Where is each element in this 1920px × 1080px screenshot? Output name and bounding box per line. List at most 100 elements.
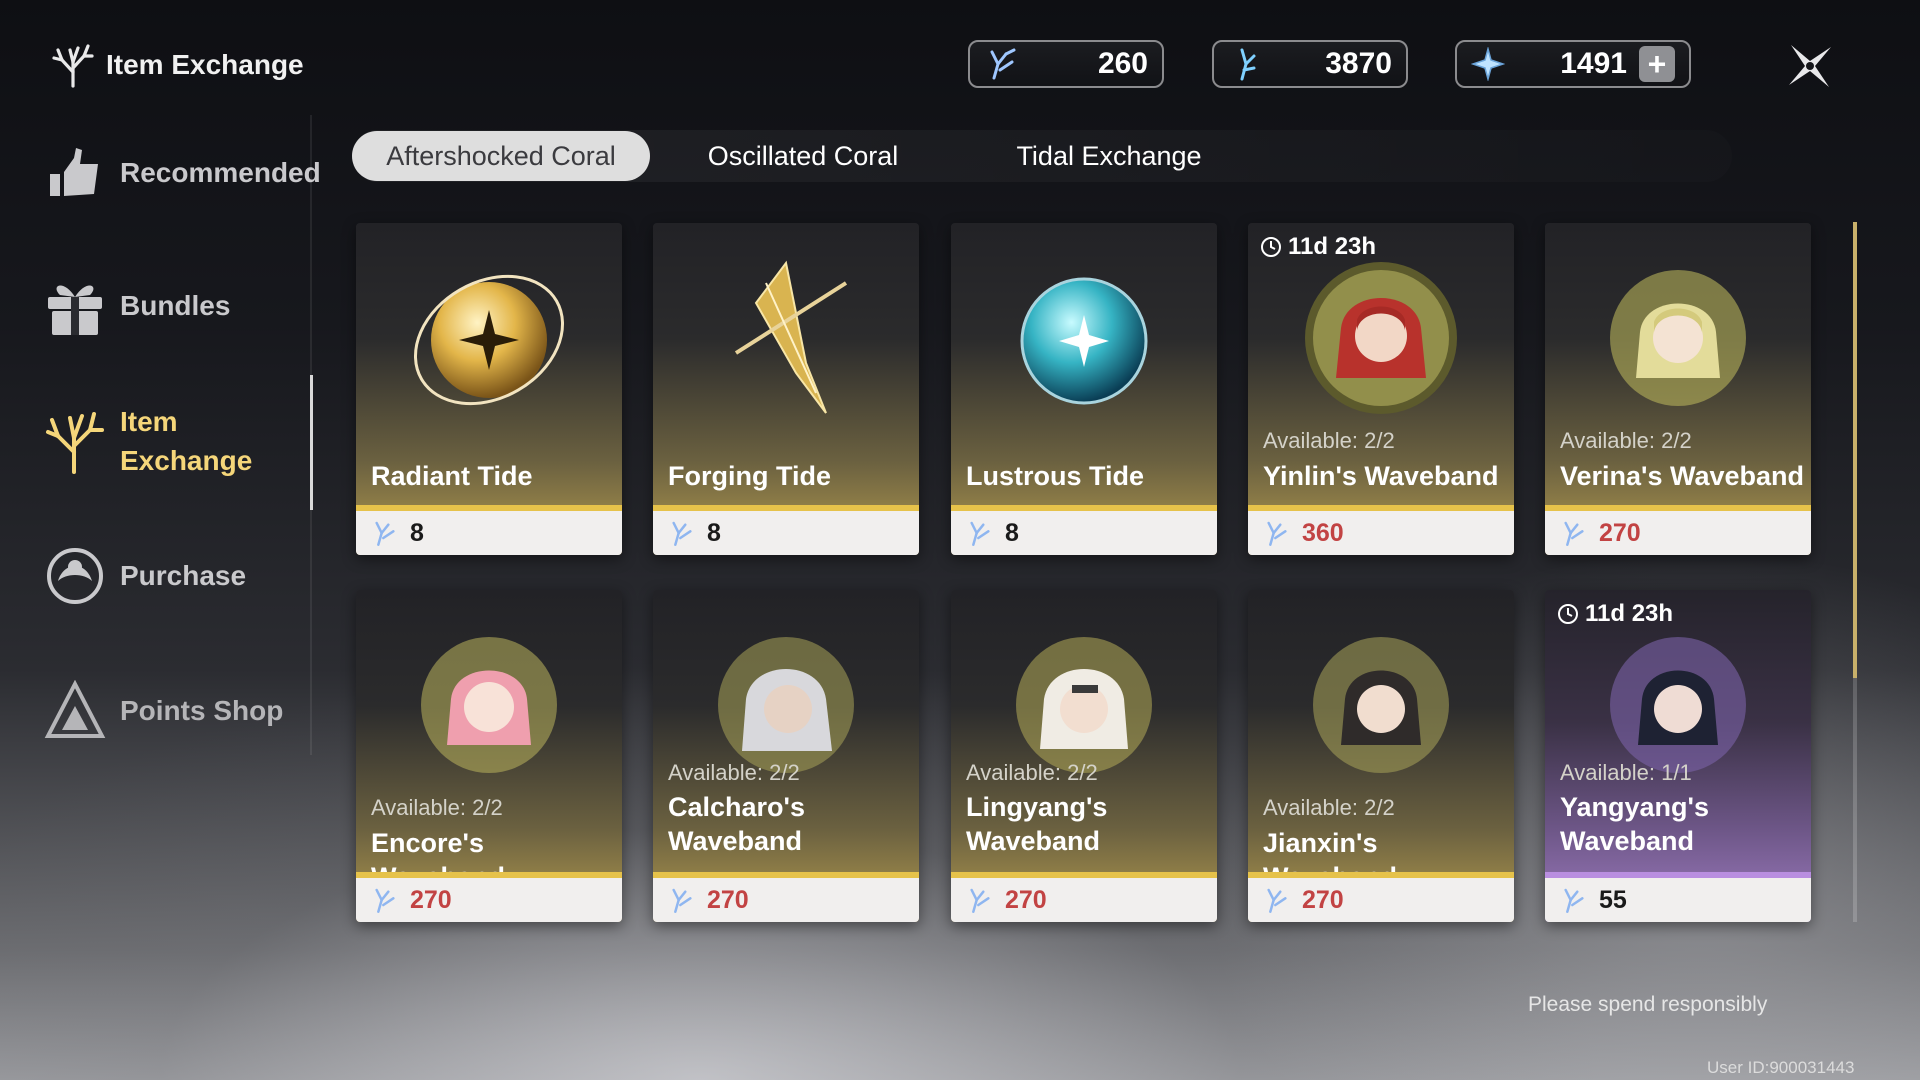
tab-oscillated-coral[interactable]: Oscillated Coral <box>650 131 956 181</box>
item-availability: Available: 2/2 <box>966 760 1098 785</box>
aftershocked-coral-icon <box>1564 888 1584 913</box>
shop-item-encore-waveband[interactable]: Available: 2/2 Encore's Waveband 270 <box>356 590 622 922</box>
timer-text: 11d 23h <box>1585 600 1674 627</box>
astrite-icon <box>1471 47 1505 81</box>
item-timer: 11d 23h <box>1557 600 1673 628</box>
aftershocked-coral-icon <box>672 888 692 913</box>
shop-item-yangyang-waveband[interactable]: 11d 23h Available: 1/1 Yangyang's Waveba… <box>1545 590 1811 922</box>
close-button[interactable] <box>1782 38 1838 94</box>
triangle-icon <box>44 680 106 738</box>
aftershocked-coral-icon <box>1267 521 1287 546</box>
sidebar-item-recommended[interactable]: Recommended <box>44 144 321 202</box>
price-bar: 270 <box>653 872 919 922</box>
shop-item-forging-tide[interactable]: Forging Tide 8 <box>653 223 919 555</box>
aftershocked-coral-icon <box>990 48 1016 80</box>
sidebar-label-points-shop: Points Shop <box>120 695 284 726</box>
item-availability: Available: 2/2 <box>1263 428 1395 453</box>
aftershocked-coral-counter[interactable]: 260 <box>968 40 1164 88</box>
item-price: 270 <box>410 885 452 914</box>
aftershocked-coral-icon <box>970 888 990 913</box>
shop-item-lustrous-tide[interactable]: Lustrous Tide 8 <box>951 223 1217 555</box>
portrait-icon <box>421 637 557 773</box>
clock-icon <box>1261 237 1281 257</box>
sidebar-label-recommended: Recommended <box>120 157 321 188</box>
item-price: 8 <box>1005 518 1019 547</box>
price-bar: 8 <box>356 505 622 555</box>
app-title: Item Exchange <box>50 42 304 88</box>
oscillated-coral-counter[interactable]: 3870 <box>1212 40 1408 88</box>
aftershocked-coral-value: 260 <box>1097 47 1148 80</box>
item-timer: 11d 23h <box>1260 233 1376 261</box>
item-art <box>356 223 622 453</box>
purchase-icon <box>47 548 103 604</box>
astrite-value: 1491 <box>1560 47 1627 80</box>
blade-icon <box>734 260 848 414</box>
user-id: User ID:900031443 <box>1707 1058 1855 1077</box>
item-price: 270 <box>1302 885 1344 914</box>
shop-item-jianxin-waveband[interactable]: Available: 2/2 Jianxin's Waveband 270 <box>1248 590 1514 922</box>
item-art <box>951 223 1217 453</box>
teal-orb-icon <box>1020 277 1148 405</box>
price-bar: 270 <box>1248 872 1514 922</box>
item-art <box>1248 590 1514 820</box>
price-bar: 8 <box>951 505 1217 555</box>
add-astrite-button[interactable]: + <box>1639 46 1675 82</box>
price-bar: 270 <box>1545 505 1811 555</box>
recommended-icon <box>50 148 98 196</box>
item-availability: Available: 2/2 <box>1263 795 1395 820</box>
tab-aftershocked-coral[interactable]: Aftershocked Coral <box>352 131 650 181</box>
shop-item-calcharo-waveband[interactable]: Available: 2/2 Calcharo's Waveband 270 <box>653 590 919 922</box>
price-bar: 8 <box>653 505 919 555</box>
item-availability: Available: 1/1 <box>1560 760 1692 785</box>
tab-tidal-exchange[interactable]: Tidal Exchange <box>956 131 1262 181</box>
astrite-counter[interactable]: 1491 + <box>1455 40 1691 88</box>
shop-item-verina-waveband[interactable]: Available: 2/2 Verina's Waveband 270 <box>1545 223 1811 555</box>
sidebar-active-indicator <box>310 375 313 510</box>
sidebar-item-points-shop[interactable]: Points Shop <box>44 680 283 742</box>
aftershocked-coral-icon <box>970 521 990 546</box>
item-name: Yangyang's Waveband <box>1560 792 1709 856</box>
item-name: Yinlin's Waveband <box>1263 461 1499 491</box>
gold-orb-icon <box>413 274 565 406</box>
item-art <box>1545 223 1811 453</box>
item-name: Radiant Tide <box>371 461 533 491</box>
sidebar-item-item-exchange[interactable]: Item Exchange <box>44 402 252 480</box>
item-art <box>356 590 622 820</box>
item-name: Forging Tide <box>668 461 831 491</box>
aftershocked-coral-icon <box>375 521 395 546</box>
sidebar-label-item-exchange: Item Exchange <box>120 406 253 477</box>
gift-icon <box>48 285 102 335</box>
price-bar: 270 <box>951 872 1217 922</box>
price-bar: 360 <box>1248 505 1514 555</box>
sidebar-item-purchase[interactable]: Purchase <box>44 545 246 607</box>
scrollbar-thumb[interactable] <box>1853 222 1857 678</box>
sidebar-label-purchase: Purchase <box>120 560 247 591</box>
item-price: 270 <box>707 885 749 914</box>
item-price: 55 <box>1599 885 1627 914</box>
spend-responsibly-note: Please spend responsibly <box>1528 993 1768 1016</box>
sidebar: Recommended Bundles Item Exchange Purcha… <box>0 110 321 810</box>
shop-item-yinlin-waveband[interactable]: 11d 23h Available: 2/2 Yinlin's Waveband… <box>1248 223 1514 555</box>
coral-icon <box>46 412 104 475</box>
aftershocked-coral-icon <box>375 888 395 913</box>
shop-item-lingyang-waveband[interactable]: Available: 2/2 Lingyang's Waveband 270 <box>951 590 1217 922</box>
item-name: Lustrous Tide <box>966 461 1145 491</box>
aftershocked-coral-icon <box>672 521 692 546</box>
shop-item-radiant-tide[interactable]: Radiant Tide 8 <box>356 223 622 555</box>
item-name: Lingyang's Waveband <box>966 792 1108 856</box>
sidebar-item-bundles[interactable]: Bundles <box>44 275 230 337</box>
portrait-icon <box>1305 262 1457 414</box>
oscillated-coral-value: 3870 <box>1325 47 1392 80</box>
item-name: Calcharo's Waveband <box>668 792 805 856</box>
aftershocked-coral-icon <box>1564 521 1584 546</box>
item-price: 360 <box>1302 518 1344 547</box>
tab-bar: Aftershocked Coral Oscillated Coral Tida… <box>352 130 1732 182</box>
item-price: 8 <box>707 518 721 547</box>
item-price: 270 <box>1005 885 1047 914</box>
item-availability: Available: 2/2 <box>371 795 503 820</box>
portrait-icon <box>1313 637 1449 773</box>
app-title-text: Item Exchange <box>106 49 304 80</box>
item-availability: Available: 2/2 <box>1560 428 1692 453</box>
oscillated-coral-icon <box>1240 48 1256 81</box>
item-price: 270 <box>1599 518 1641 547</box>
